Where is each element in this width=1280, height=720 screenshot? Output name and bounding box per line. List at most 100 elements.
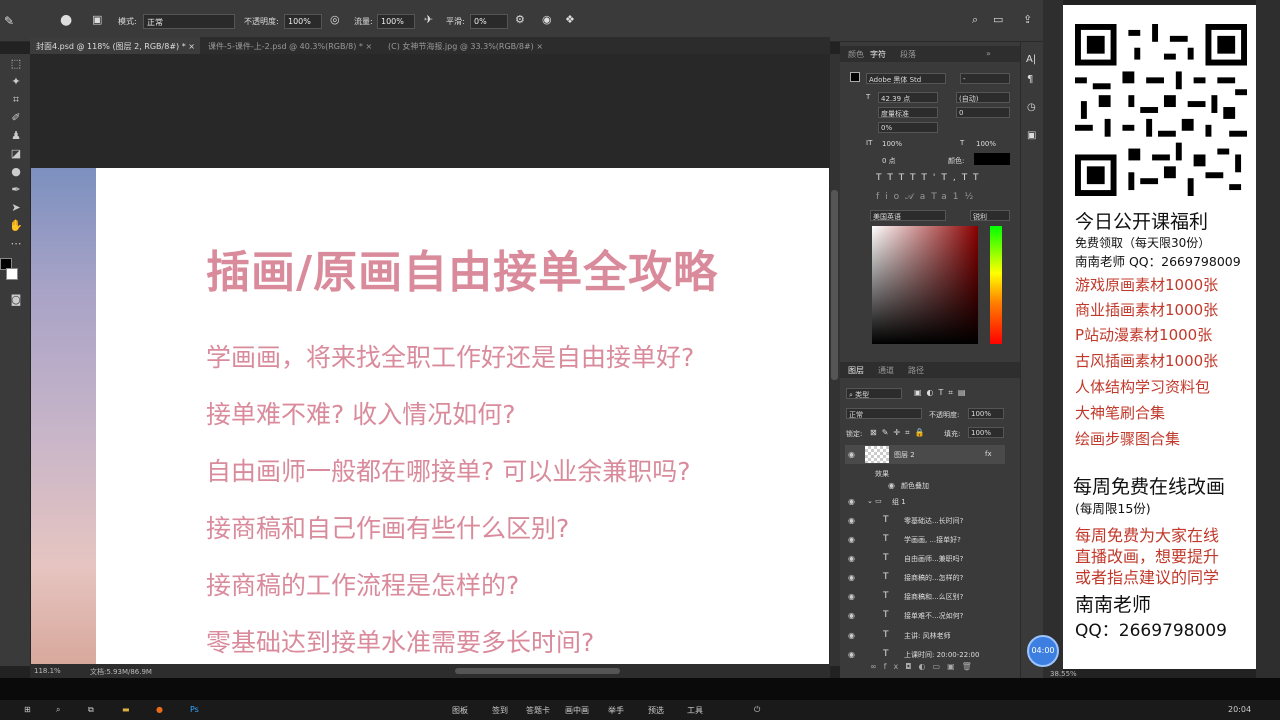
tab-paths[interactable]: 路径 <box>908 365 924 376</box>
magic-wand-icon[interactable]: ✦ <box>8 74 24 90</box>
blur-icon[interactable]: ● <box>8 164 24 180</box>
visibility-eye-icon[interactable]: ◉ <box>888 481 895 490</box>
power-icon[interactable]: ⏻ <box>754 705 760 715</box>
kerning-input[interactable]: 度量标准 <box>878 107 938 118</box>
mode-select[interactable]: 正常 <box>143 14 235 29</box>
antialias-select[interactable]: 锐利 <box>970 210 1010 221</box>
visibility-eye-icon[interactable]: ◉ <box>848 650 855 659</box>
layer-row[interactable]: ◉ T 零基础达...长时间? <box>845 511 1005 530</box>
visibility-eye-icon[interactable]: ◉ <box>848 554 855 563</box>
color-overlay-label[interactable]: 颜色叠加 <box>901 481 929 491</box>
scroll-thumb[interactable] <box>831 190 838 380</box>
taskbar-item[interactable]: 预选 <box>648 705 664 716</box>
visibility-eye-icon[interactable]: ◉ <box>848 631 855 640</box>
layer-name[interactable]: 主讲: 风林老师 <box>904 631 951 641</box>
character-panel-icon[interactable]: A| <box>1026 54 1036 65</box>
photoshop-icon[interactable]: Ps <box>190 705 199 714</box>
hue-slider[interactable] <box>990 226 1002 344</box>
marquee-icon[interactable]: ⬚ <box>8 56 24 72</box>
text-color-swatch[interactable] <box>850 72 860 82</box>
smoothing-input[interactable]: 0% <box>470 14 508 29</box>
vertical-scale-value[interactable]: 100% <box>882 140 902 148</box>
symmetry-icon[interactable]: ❖ <box>565 13 575 26</box>
layer-row[interactable]: ◉ T 接商稿和...么区别? <box>845 587 1005 606</box>
select-arrow-icon[interactable]: ➤ <box>8 200 24 216</box>
brush-preset-icon[interactable]: ● <box>60 12 72 28</box>
layer-name[interactable]: 学画画, ...接单好? <box>904 535 961 545</box>
crop-icon[interactable]: ⌗ <box>8 92 24 108</box>
clock[interactable]: 20:04 <box>1228 705 1251 714</box>
visibility-eye-icon[interactable]: ◉ <box>848 573 855 582</box>
visibility-eye-icon[interactable]: ◉ <box>848 535 855 544</box>
scale-input[interactable]: 0% <box>878 122 938 133</box>
stamp-icon[interactable]: ♟ <box>8 128 24 144</box>
layer-row[interactable]: ◉ T 接单难不...况如何? <box>845 606 1005 625</box>
visibility-eye-icon[interactable]: ◉ <box>848 592 855 601</box>
language-select[interactable]: 美国英语 <box>870 210 946 221</box>
layer-name[interactable]: 自由画师...兼职吗? <box>904 554 963 564</box>
layer-name[interactable]: 零基础达...长时间? <box>904 516 963 526</box>
properties-icon[interactable]: ▣ <box>1027 130 1036 141</box>
layer-footer-icons[interactable]: ∞fx◘◐▭▣🗑 <box>870 662 979 671</box>
taskbar-item[interactable]: 工具 <box>687 705 703 716</box>
taskbar-item[interactable]: 画中画 <box>565 705 589 716</box>
layer-opacity-input[interactable]: 100% <box>968 408 1004 419</box>
brush-tool-icon[interactable]: ✎ <box>4 14 14 28</box>
blend-mode-select[interactable]: 正常 <box>846 408 922 419</box>
start-icon[interactable]: ⊞ <box>24 705 31 714</box>
horizontal-scrollbar[interactable] <box>455 668 620 674</box>
layer-name[interactable]: 接商稿的...怎样的? <box>904 573 963 583</box>
pen-icon[interactable]: ✒ <box>8 182 24 198</box>
char-color-box[interactable] <box>974 153 1010 165</box>
filter-icons[interactable]: ▣◐T⌗▤ <box>914 388 971 398</box>
layer-row[interactable]: ◉ ⌄ ▭ 组 1 <box>845 492 1005 511</box>
layer-name[interactable]: 图层 2 <box>894 450 915 460</box>
settings-gear-icon[interactable]: ⚙ <box>515 13 525 26</box>
visibility-eye-icon[interactable]: ◉ <box>848 516 855 525</box>
pressure-opacity-icon[interactable]: ◎ <box>330 13 340 26</box>
opentype-buttons[interactable]: fio𝒜aTa1½ <box>876 192 979 202</box>
hand-icon[interactable]: ✋ <box>8 218 24 234</box>
visibility-eye-icon[interactable]: ◉ <box>848 611 855 620</box>
visibility-eye-icon[interactable]: ◉ <box>848 450 855 459</box>
pressure-size-icon[interactable]: ◉ <box>542 13 552 26</box>
taskbar-item[interactable]: 签到 <box>492 705 508 716</box>
layer-row[interactable]: ◉ T 学画画, ...接单好? <box>845 530 1005 549</box>
search-icon[interactable]: ⌕ <box>972 13 978 27</box>
search-icon[interactable]: ⌕ <box>56 705 60 715</box>
layer-filter-select[interactable]: ⌕ 类型 <box>846 388 902 399</box>
layer-name[interactable]: 接商稿和...么区别? <box>904 592 963 602</box>
folder-icon[interactable]: ▬ <box>122 705 130 714</box>
fill-input[interactable]: 100% <box>968 427 1004 438</box>
visibility-eye-icon[interactable]: ◉ <box>848 497 855 506</box>
taskbar-item[interactable]: 图板 <box>452 705 468 716</box>
timer-badge[interactable]: 04:00 <box>1027 635 1059 667</box>
font-size-input[interactable]: 42.39 点 <box>878 92 938 103</box>
layer-row[interactable]: ◉ T 主讲: 风林老师 <box>845 626 1005 645</box>
paragraph-panel-icon[interactable]: ¶ <box>1027 74 1033 85</box>
background-color-swatch[interactable] <box>6 268 18 280</box>
task-view-icon[interactable]: ⧉ <box>88 705 94 715</box>
layer-name[interactable]: 接单难不...况如何? <box>904 611 963 621</box>
group-name[interactable]: 组 1 <box>892 497 906 507</box>
lock-icons[interactable]: ⊠✎✛⌗🔒 <box>870 428 930 438</box>
tab-cover4[interactable]: 封面4.psd @ 118% (图层 2, RGB/8#) * × <box>30 37 200 54</box>
layer-row[interactable]: ◉ T 自由画师...兼职吗? <box>845 549 1005 568</box>
browser-icon[interactable]: ● <box>156 705 163 714</box>
tracking-input[interactable]: 0 <box>956 107 1010 118</box>
tab-channels[interactable]: 通道 <box>878 365 894 376</box>
layer-row[interactable]: ◉ 图层 2 fx <box>845 445 1005 464</box>
font-family-select[interactable]: Adobe 黑体 Std <box>866 73 946 84</box>
tab-course5[interactable]: 课件-5-课件-上-2.psd @ 40.3%(RGB/8) * × <box>202 37 380 54</box>
opacity-input[interactable]: 100% <box>284 14 322 29</box>
baseline-value[interactable]: 0 点 <box>882 156 896 166</box>
tab-poster[interactable]: (C) 女神节海报.jpg @ 33.3%(RGB/8#) × <box>382 37 562 54</box>
brush-panel-icon[interactable]: ▣ <box>92 13 102 26</box>
workspace-icon[interactable]: ▭ <box>993 13 1003 26</box>
eyedropper-icon[interactable]: ✐ <box>8 110 24 126</box>
flow-input[interactable]: 100% <box>377 14 415 29</box>
tab-layers[interactable]: 图层 <box>848 365 864 376</box>
taskbar-item[interactable]: 答题卡 <box>526 705 550 716</box>
quick-mask-icon[interactable]: ◙ <box>8 292 24 308</box>
font-style-select[interactable]: - <box>960 73 1010 84</box>
